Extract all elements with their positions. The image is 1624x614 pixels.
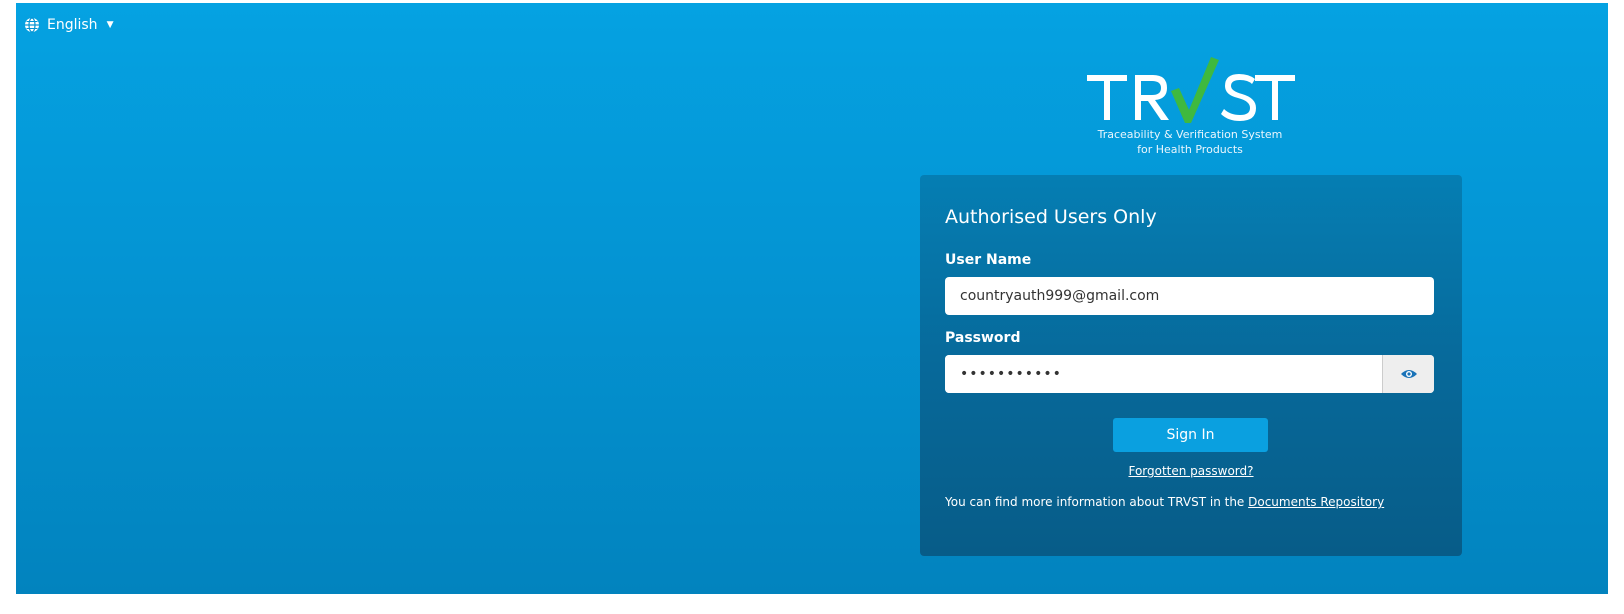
page-background: English ▼ Traceability & Verification Sy… — [16, 3, 1608, 594]
info-text-body: You can find more information about TRVS… — [945, 495, 1249, 509]
password-label: Password — [945, 330, 1021, 346]
username-label: User Name — [945, 252, 1032, 268]
password-group — [945, 355, 1434, 393]
username-input[interactable] — [945, 277, 1434, 315]
language-label: English — [47, 17, 98, 33]
logo-tagline-line2: for Health Products — [1137, 143, 1243, 156]
login-panel: Authorised Users Only User Name Password… — [920, 175, 1462, 556]
show-password-button[interactable] — [1382, 355, 1434, 393]
eye-icon — [1400, 365, 1418, 384]
documents-repository-link[interactable]: Documents Repository — [1248, 495, 1384, 509]
password-input[interactable] — [945, 355, 1382, 393]
logo-tagline-line1: Traceability & Verification System — [1097, 128, 1283, 141]
forgot-password-row: Forgotten password? — [920, 464, 1462, 478]
globe-icon — [24, 17, 40, 33]
sign-in-button[interactable]: Sign In — [1113, 418, 1268, 452]
info-text: You can find more information about TRVS… — [945, 492, 1434, 513]
trvst-logo: Traceability & Verification System for H… — [1074, 55, 1306, 167]
login-title: Authorised Users Only — [945, 206, 1157, 228]
trvst-wordmark — [1087, 57, 1295, 123]
caret-down-icon: ▼ — [106, 20, 114, 30]
forgot-password-link[interactable]: Forgotten password? — [1128, 464, 1253, 478]
language-selector[interactable]: English ▼ — [24, 17, 113, 33]
